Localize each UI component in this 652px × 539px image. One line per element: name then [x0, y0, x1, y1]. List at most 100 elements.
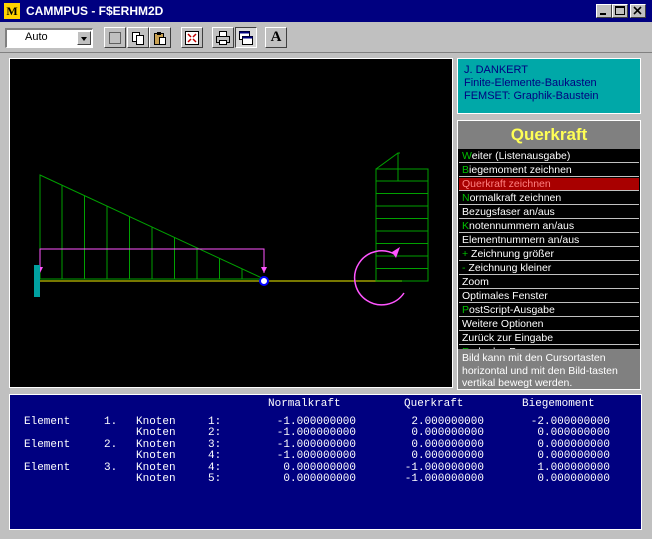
cell-knoten: Knoten [136, 450, 176, 462]
menu-item-label: ormalkraft zeichnen [469, 192, 562, 204]
chevron-down-icon [81, 37, 87, 41]
menu-item-hotkey: P [462, 304, 470, 316]
cell-node: 4: [208, 450, 222, 462]
menu-item-label: Zoom [462, 276, 489, 288]
results-panel: Normalkraft Querkraft Biegemoment Elemen… [9, 394, 642, 530]
main-area: J. DANKERT Finite-Elemente-Baukasten FEM… [6, 54, 646, 532]
menu-item-label: Zurück zur Eingabe [462, 332, 554, 344]
cell-knoten: Knoten [136, 473, 176, 485]
menu-item-label: notennummern an/aus [469, 220, 575, 232]
menu-item-label: eiter (Listenausgabe) [471, 150, 571, 162]
cell-q: 0.000000000 [411, 450, 484, 462]
menu-item-label: Optimales Fenster [462, 290, 548, 302]
shear-corner-line [375, 152, 400, 170]
cell-m: 0.000000000 [537, 450, 610, 462]
zoom-select-value: Auto [25, 31, 48, 43]
cell-q: 0.000000000 [411, 427, 484, 439]
header-biegemoment: Biegemoment [522, 398, 595, 410]
clipboard-icon [154, 32, 166, 45]
paste-button[interactable] [149, 27, 171, 48]
menu-item-label: Querkraft zeichnen [462, 178, 551, 190]
fit-window-button[interactable] [181, 27, 203, 48]
menu-item-label: Weitere Optionen [462, 318, 544, 330]
program-label: Finite-Elemente-Baukasten [464, 77, 597, 89]
zoom-select[interactable]: Auto [5, 28, 93, 48]
maximize-icon [615, 6, 625, 15]
navigation-hint: Bild kann mit den Cursortasten horizonta… [458, 349, 640, 389]
select-area-button[interactable] [104, 27, 126, 48]
menu-item[interactable]: Optimales Fenster [459, 290, 639, 303]
menu-item-hotkey: K [462, 220, 470, 232]
menu-item[interactable]: Weitere Optionen [459, 318, 639, 331]
menu-list: Weiter (Listenausgabe) Biegemoment zeichn… [458, 150, 640, 359]
cell-elnum: 1. [104, 416, 118, 428]
shear-force-diagram [34, 152, 429, 306]
cell-n: 0.000000000 [283, 473, 356, 485]
info-box: J. DANKERT Finite-Elemente-Baukasten FEM… [457, 58, 641, 114]
fixed-support [34, 265, 40, 297]
cell-n: -1.000000000 [276, 450, 356, 462]
font-button[interactable]: A [265, 27, 287, 48]
cell-element: Element [24, 462, 71, 474]
toolbar: Auto A [0, 22, 652, 53]
cell-knoten: Knoten [136, 427, 176, 439]
menu-item[interactable]: Normalkraft zeichnen [459, 192, 639, 205]
menu-item[interactable]: Bezugsfaser an/aus [459, 206, 639, 219]
cell-m: 0.000000000 [537, 427, 610, 439]
load-arrow-right [261, 267, 267, 273]
author-label: J. DANKERT [464, 64, 528, 76]
cell-element: Element [24, 416, 71, 428]
cell-q: -1.000000000 [404, 473, 484, 485]
menu-item-label: Zeichnung größer [468, 248, 554, 260]
menu-item-label: iegemoment zeichnen [469, 164, 572, 176]
print-button[interactable] [212, 27, 234, 48]
menu-item[interactable]: Knotennummern an/aus [459, 220, 639, 233]
dotted-rectangle-icon [109, 32, 121, 44]
maximize-button[interactable] [612, 4, 628, 18]
menu-item[interactable]: Zurück zur Eingabe [459, 332, 639, 345]
close-icon [633, 6, 642, 15]
menu-item-label: Zeichnung kleiner [465, 262, 552, 274]
menu-item[interactable]: Weiter (Listenausgabe) [459, 150, 639, 163]
shear-rectangle [375, 168, 429, 282]
command-menu: Querkraft Weiter (Listenausgabe) Biegemom… [457, 120, 641, 390]
window-layout-button[interactable] [235, 27, 257, 48]
cell-elnum: 2. [104, 439, 118, 451]
menu-item-hotkey: W [462, 150, 472, 162]
menu-item-hotkey: N [462, 192, 470, 204]
cell-element: Element [24, 439, 71, 451]
menu-item-label: ostScript-Ausgabe [469, 304, 555, 316]
menu-item[interactable]: Elementnummern an/aus [459, 234, 639, 247]
printer-icon [216, 31, 230, 45]
menu-item[interactable]: Querkraft zeichnen [459, 178, 639, 191]
menu-title: Querkraft [458, 121, 640, 149]
fit-window-icon [185, 31, 199, 45]
copy-button[interactable] [127, 27, 149, 48]
cell-m: 0.000000000 [537, 473, 610, 485]
cell-node: 5: [208, 473, 222, 485]
minimize-icon [600, 13, 606, 15]
window-title: CAMMPUS - F$ERHM2D [26, 4, 164, 18]
cell-elnum: 3. [104, 462, 118, 474]
menu-item-label: Bezugsfaser an/aus [462, 206, 555, 218]
minimize-button[interactable] [596, 4, 612, 18]
menu-item-hotkey: B [462, 164, 470, 176]
menu-item[interactable]: Biegemoment zeichnen [459, 164, 639, 177]
menu-item[interactable]: + Zeichnung größer [459, 248, 639, 261]
hinge-node [259, 276, 269, 286]
menu-item[interactable]: - Zeichnung kleiner [459, 262, 639, 275]
zoom-select-arrow[interactable] [77, 31, 91, 45]
app-icon: M [4, 3, 20, 19]
copy-icon [132, 32, 144, 45]
header-querkraft: Querkraft [404, 398, 464, 410]
windows-icon [239, 31, 253, 45]
title-bar: M CAMMPUS - F$ERHM2D [0, 0, 652, 22]
module-label: FEMSET: Graphik-Baustein [464, 90, 599, 102]
cell-node: 2: [208, 427, 222, 439]
menu-item-label: Elementnummern an/aus [462, 234, 580, 246]
close-button[interactable] [630, 4, 646, 18]
drawing-canvas[interactable] [9, 58, 453, 388]
menu-item[interactable]: Zoom [459, 276, 639, 289]
moment-arc [353, 250, 405, 306]
menu-item[interactable]: PostScript-Ausgabe [459, 304, 639, 317]
